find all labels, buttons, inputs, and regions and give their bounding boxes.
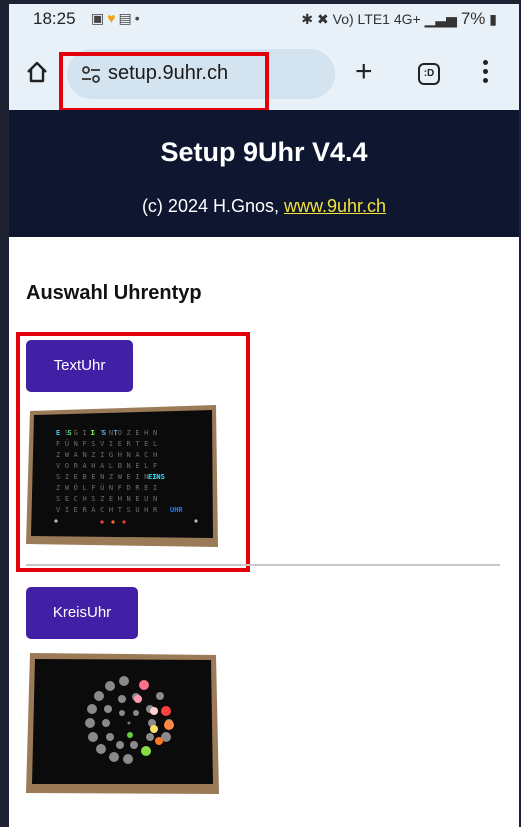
dot-icon: • bbox=[134, 10, 143, 26]
divider bbox=[26, 564, 500, 566]
status-right: ✱ ✖ Vo) LTE1 4G+ ▁▃▅ 7% ▮ bbox=[301, 9, 497, 29]
kreisuhr-image[interactable] bbox=[26, 651, 220, 796]
page-header: Setup 9Uhr V4.4 (c) 2024 H.Gnos, www.9uh… bbox=[9, 110, 519, 237]
sync-icon: ♥ bbox=[107, 10, 119, 26]
copyright-line: (c) 2024 H.Gnos, www.9uhr.ch bbox=[9, 196, 519, 217]
battery-level: 7% bbox=[460, 9, 486, 28]
signal-icon: ▁▃▅ bbox=[424, 11, 457, 27]
more-menu-icon[interactable] bbox=[483, 60, 489, 86]
website-link[interactable]: www.9uhr.ch bbox=[284, 196, 386, 216]
new-tab-icon[interactable]: + bbox=[355, 57, 373, 87]
bluetooth-icon: ✱ bbox=[301, 11, 314, 27]
mute-icon: ✖ bbox=[317, 11, 329, 27]
section-title: Auswahl Uhrentyp bbox=[26, 282, 202, 304]
network-label: Vo) LTE1 4G+ bbox=[332, 11, 421, 27]
textuhr-highlight-box bbox=[16, 332, 250, 572]
status-time: 18:25 bbox=[33, 9, 76, 28]
tab-switcher-button[interactable]: :D bbox=[418, 63, 440, 85]
copyright-text: (c) 2024 H.Gnos, bbox=[141, 196, 284, 216]
page-title: Setup 9Uhr V4.4 bbox=[160, 137, 368, 167]
url-highlight-box bbox=[59, 52, 269, 112]
battery-icon: ▮ bbox=[489, 11, 497, 27]
kreisuhr-button[interactable]: KreisUhr bbox=[26, 587, 138, 639]
gallery-icon: ▤ bbox=[118, 10, 135, 26]
status-notification-icons: ▣♥▤• bbox=[91, 10, 143, 27]
screen-frame-left bbox=[0, 0, 9, 827]
notification-icon: ▣ bbox=[91, 10, 108, 26]
home-icon[interactable] bbox=[26, 61, 48, 83]
status-bar: 18:25 ▣♥▤• ✱ ✖ Vo) LTE1 4G+ ▁▃▅ 7% ▮ bbox=[9, 4, 519, 34]
